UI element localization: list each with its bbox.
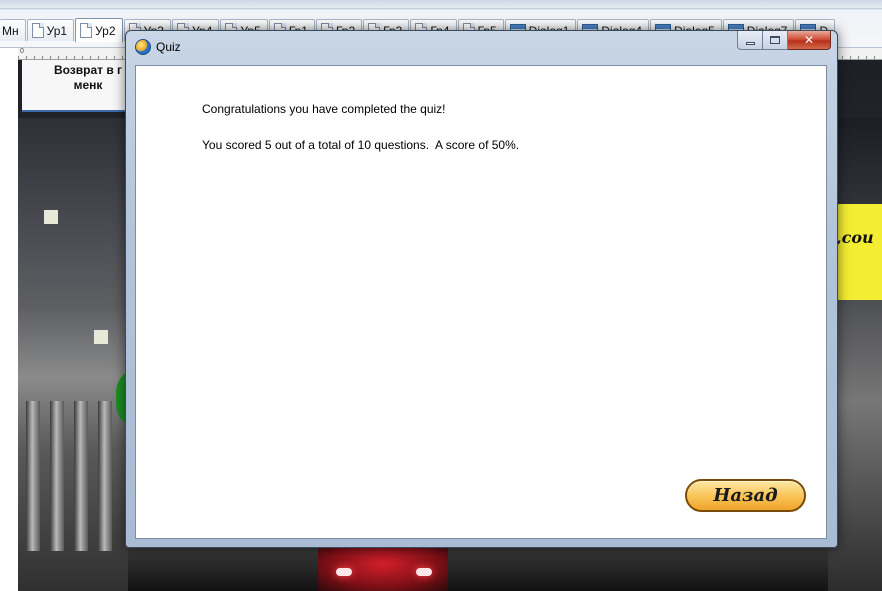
car-taillight (336, 568, 352, 576)
lit-window (94, 330, 108, 344)
globe-icon (135, 39, 151, 55)
tab-мн[interactable]: Мн (0, 19, 26, 41)
background-building-left (18, 118, 128, 591)
column (74, 401, 88, 551)
score-message: You scored 5 out of a total of 10 questi… (202, 138, 520, 152)
lit-window (44, 210, 58, 224)
column (98, 401, 112, 551)
dialog-content: Congratulations you have completed the q… (135, 65, 827, 539)
completion-message: Congratulations you have completed the q… (202, 102, 446, 116)
ruler-start-label: 0 (20, 48, 24, 55)
column (50, 401, 64, 551)
maximize-button[interactable] (763, 31, 788, 50)
tab-ур2[interactable]: Ур2 (75, 18, 123, 42)
caption-buttons: ✕ (737, 31, 831, 50)
toolbar-row (0, 0, 882, 9)
tab-ур1[interactable]: Ур1 (26, 19, 75, 41)
close-button[interactable]: ✕ (788, 31, 831, 50)
back-button-label: Назад (713, 485, 778, 506)
yellow-callout-text: ,cou (836, 228, 874, 247)
tab-label: Мн (2, 23, 19, 38)
page-icon (31, 23, 44, 38)
minimize-icon (745, 41, 755, 45)
back-button[interactable]: Назад (685, 479, 806, 512)
tab-label: Ур2 (95, 23, 116, 38)
maximize-icon (770, 36, 780, 44)
car-taillight (416, 568, 432, 576)
street (128, 546, 828, 591)
return-to-menu-button[interactable]: Возврат в г менк (22, 60, 140, 112)
page-icon (80, 23, 93, 38)
column (26, 401, 40, 551)
tab-label: Ур1 (46, 23, 68, 38)
quiz-dialog-window: Quiz ✕ Congratulations you have complete… (125, 30, 838, 548)
close-icon: ✕ (803, 33, 815, 47)
window-title: Quiz (156, 40, 181, 54)
minimize-button[interactable] (737, 31, 763, 50)
